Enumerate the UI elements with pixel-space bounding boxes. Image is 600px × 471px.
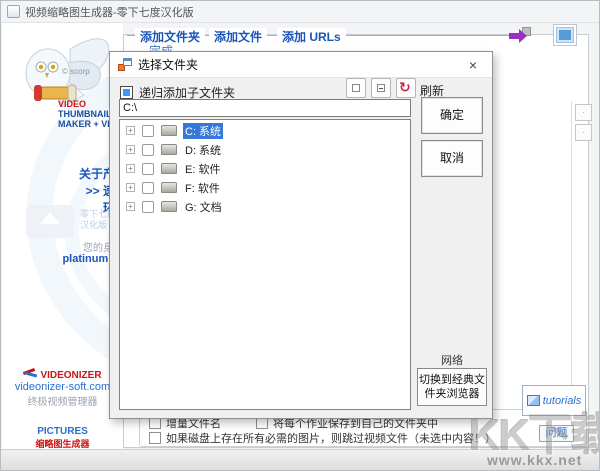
add-file-link[interactable]: 添加文件 (209, 28, 268, 45)
dialog-titlebar[interactable]: 选择文件夹 × (110, 52, 492, 78)
path-input[interactable]: C:\ (119, 99, 411, 117)
pictures-title: PICTURES (37, 426, 88, 437)
pictures-block: PICTURES 缩略图生成器 suu-design.com 完美从这里开始 (2, 426, 123, 449)
skip-checkbox-row[interactable]: 如果磁盘上存在所有必需的图片，则跳过视频文件（未选中内容！） (149, 430, 496, 446)
select-all-button[interactable] (553, 24, 577, 46)
scroll-up-button[interactable]: · (575, 104, 592, 121)
app-icon (7, 5, 20, 18)
expand-icon[interactable]: + (126, 126, 135, 135)
dialog-title: 选择文件夹 (138, 58, 199, 72)
expand-icon[interactable]: + (126, 183, 135, 192)
tree-item-g[interactable]: + G: 文档 (120, 198, 410, 215)
eject-icon (26, 205, 74, 238)
expand-icon[interactable]: + (126, 164, 135, 173)
switch-classic-browser-button[interactable]: 切换到经典文 件夹浏览器 (417, 368, 487, 406)
pictures-subtitle: 缩略图生成器 (35, 439, 90, 449)
tree-item-label[interactable]: F: 软件 (183, 180, 222, 196)
tree-item-c[interactable]: + C: 系统 (120, 122, 410, 139)
skip-label: 如果磁盘上存在所有必需的图片，则跳过视频文件（未选中内容！） (166, 433, 496, 445)
refresh-icon: ↻ (399, 79, 411, 95)
status-strip (1, 449, 599, 470)
recursive-checkbox[interactable] (120, 86, 133, 99)
blue-square-icon (556, 27, 574, 43)
tree-checkbox[interactable] (142, 124, 154, 137)
tutorials-button[interactable]: tutorials (522, 385, 586, 416)
dialog-form-icon (118, 58, 132, 71)
refresh-button[interactable]: ↻ (396, 78, 416, 98)
videonizer-desc: 终极视频管理器 (27, 397, 98, 408)
drive-icon (161, 201, 177, 212)
expand-icon[interactable]: + (126, 202, 135, 211)
tree-item-f[interactable]: + F: 软件 (120, 179, 410, 196)
own-folder-label: 将每个作业保存到自己的文件夹中 (273, 418, 438, 430)
tree-item-e[interactable]: + E: 软件 (120, 160, 410, 177)
collapse-all-button[interactable] (371, 78, 391, 98)
app-window: 视频缩略图生成器-零下七度汉化版 © scorp VIDEO THUMBNAIL… (0, 0, 600, 471)
select-folder-dialog: 选择文件夹 × 递归添加子文件夹 ↻ 刷新 C:\ + C: 系统 + D: 系… (109, 51, 493, 419)
tree-checkbox[interactable] (142, 181, 154, 194)
cancel-button[interactable]: 取消 (421, 140, 483, 177)
tree-item-label[interactable]: E: 软件 (183, 161, 222, 177)
platinum-text: platinum [ (62, 253, 115, 265)
copyright-text: © scorp (62, 67, 90, 76)
expand-all-button[interactable] (346, 78, 366, 98)
questions-button[interactable]: 问题 (539, 425, 574, 442)
folder-tree[interactable]: + C: 系统 + D: 系统 + E: 软件 + F: 软件 + G: 文档 (119, 119, 411, 410)
tree-checkbox[interactable] (142, 162, 154, 175)
scroll-down-button[interactable]: · (575, 124, 592, 141)
drive-icon (161, 144, 177, 155)
drive-icon (161, 182, 177, 193)
videonizer-block: VIDEONIZER videonizer-soft.com 终极视频管理器 (2, 367, 123, 408)
close-icon[interactable]: × (462, 55, 484, 75)
add-urls-link[interactable]: 添加 URLs (277, 28, 346, 45)
tree-checkbox[interactable] (142, 200, 154, 213)
skip-checkbox[interactable] (149, 432, 161, 444)
network-label: 网络 (441, 355, 463, 367)
window-title: 视频缩略图生成器-零下七度汉化版 (25, 6, 194, 19)
drive-icon (161, 163, 177, 174)
videonizer-link[interactable]: videonizer-soft.com (2, 381, 123, 393)
sidebar: © scorp VIDEO THUMBNAILS MAKER + VIE 关于产… (2, 23, 123, 449)
videonizer-title: VIDEONIZER (40, 370, 102, 381)
incremental-label: 增量文件名 (166, 418, 221, 430)
tree-item-label[interactable]: C: 系统 (183, 122, 224, 139)
top-links: 添加文件夹 添加文件 添加 URLs (127, 28, 567, 45)
import-arrow-icon[interactable] (507, 26, 533, 46)
tree-item-label[interactable]: G: 文档 (183, 199, 224, 215)
tree-item-label[interactable]: D: 系统 (183, 142, 223, 158)
expand-icon[interactable]: + (126, 145, 135, 154)
ok-button[interactable]: 确定 (421, 97, 483, 134)
drive-icon (161, 125, 177, 136)
videonizer-icon (23, 368, 37, 378)
tree-item-d[interactable]: + D: 系统 (120, 141, 410, 158)
window-titlebar: 视频缩略图生成器-零下七度汉化版 (1, 1, 599, 23)
tutorials-icon (526, 395, 540, 406)
tutorials-label: tutorials (542, 394, 582, 407)
tree-checkbox[interactable] (142, 143, 154, 156)
